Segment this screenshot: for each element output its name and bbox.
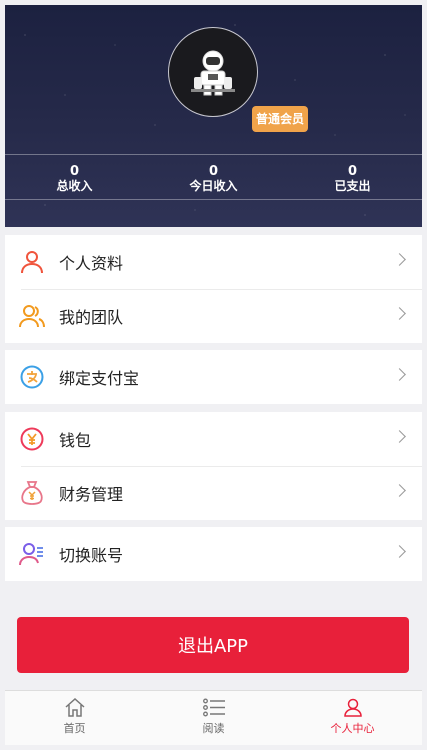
menu-label: 钱包 [59,431,92,450]
tab-me[interactable]: 个人中心 [283,691,422,745]
header-divider-bottom [5,199,422,200]
avatar[interactable] [168,27,258,117]
tab-home[interactable]: 首页 [5,691,144,745]
menu-label: 我的团队 [59,308,124,327]
menu-item-bind-alipay[interactable]: 绑定支付宝 [5,350,422,404]
menu-item-profile-info[interactable]: 个人资料 [5,235,422,289]
menu-group-profile: 个人资料 我的团队 [5,235,422,343]
menu-label: 绑定支付宝 [59,369,140,388]
stat-value: 0 [208,164,219,179]
chevron-right-icon [393,430,406,443]
tab-read[interactable]: 阅读 [144,691,283,745]
tab-label: 阅读 [202,722,225,735]
menu-group-account: 切换账号 [5,527,422,581]
chevron-right-icon [393,368,406,381]
menu-item-my-team[interactable]: 我的团队 [5,289,422,343]
member-badge: 普通会员 [252,106,309,132]
astronaut-icon [191,50,235,96]
menu-group-alipay: 绑定支付宝 [5,350,422,404]
tab-label: 首页 [63,722,86,735]
header-divider-top [5,154,422,155]
menu-label: 切换账号 [59,546,124,565]
menu-item-wallet[interactable]: 钱包 [5,412,422,466]
switch-account-icon [19,541,45,567]
money-bag-icon [19,480,45,506]
chevron-right-icon [393,484,406,497]
stat-label: 总收入 [56,179,93,193]
bottom-tabbar: 首页 阅读 个人中心 [5,690,422,745]
stat-value: 0 [347,164,358,179]
wallet-icon [19,426,45,452]
stats-row: 0 总收入 0 今日收入 0 已支出 [5,164,422,194]
menu-item-finance[interactable]: 财务管理 [5,466,422,520]
stat-today-income[interactable]: 0 今日收入 [144,164,283,194]
menu-item-switch-account[interactable]: 切换账号 [5,527,422,581]
stat-label: 今日收入 [189,179,238,193]
stat-value: 0 [69,164,80,179]
team-icon [19,303,45,329]
list-icon [202,698,225,717]
stat-label: 已支出 [334,179,371,193]
menu-label: 个人资料 [59,254,124,273]
user-icon [19,249,45,275]
home-icon [65,698,84,717]
profile-header: 普通会员 0 总收入 0 今日收入 0 已支出 [5,5,422,227]
user-icon [343,698,362,717]
app-page: 普通会员 0 总收入 0 今日收入 0 已支出 个人资料 我的团队 绑定支付宝 … [5,5,422,745]
chevron-right-icon [393,307,406,320]
logout-button[interactable]: 退出APP [17,617,409,673]
chevron-right-icon [393,253,406,266]
stat-total-income[interactable]: 0 总收入 [5,164,144,194]
chevron-right-icon [393,545,406,558]
stat-spent[interactable]: 0 已支出 [283,164,422,194]
alipay-icon [19,364,45,390]
menu-label: 财务管理 [59,485,124,504]
menu-group-finance: 钱包 财务管理 [5,412,422,520]
tab-label: 个人中心 [330,722,375,735]
